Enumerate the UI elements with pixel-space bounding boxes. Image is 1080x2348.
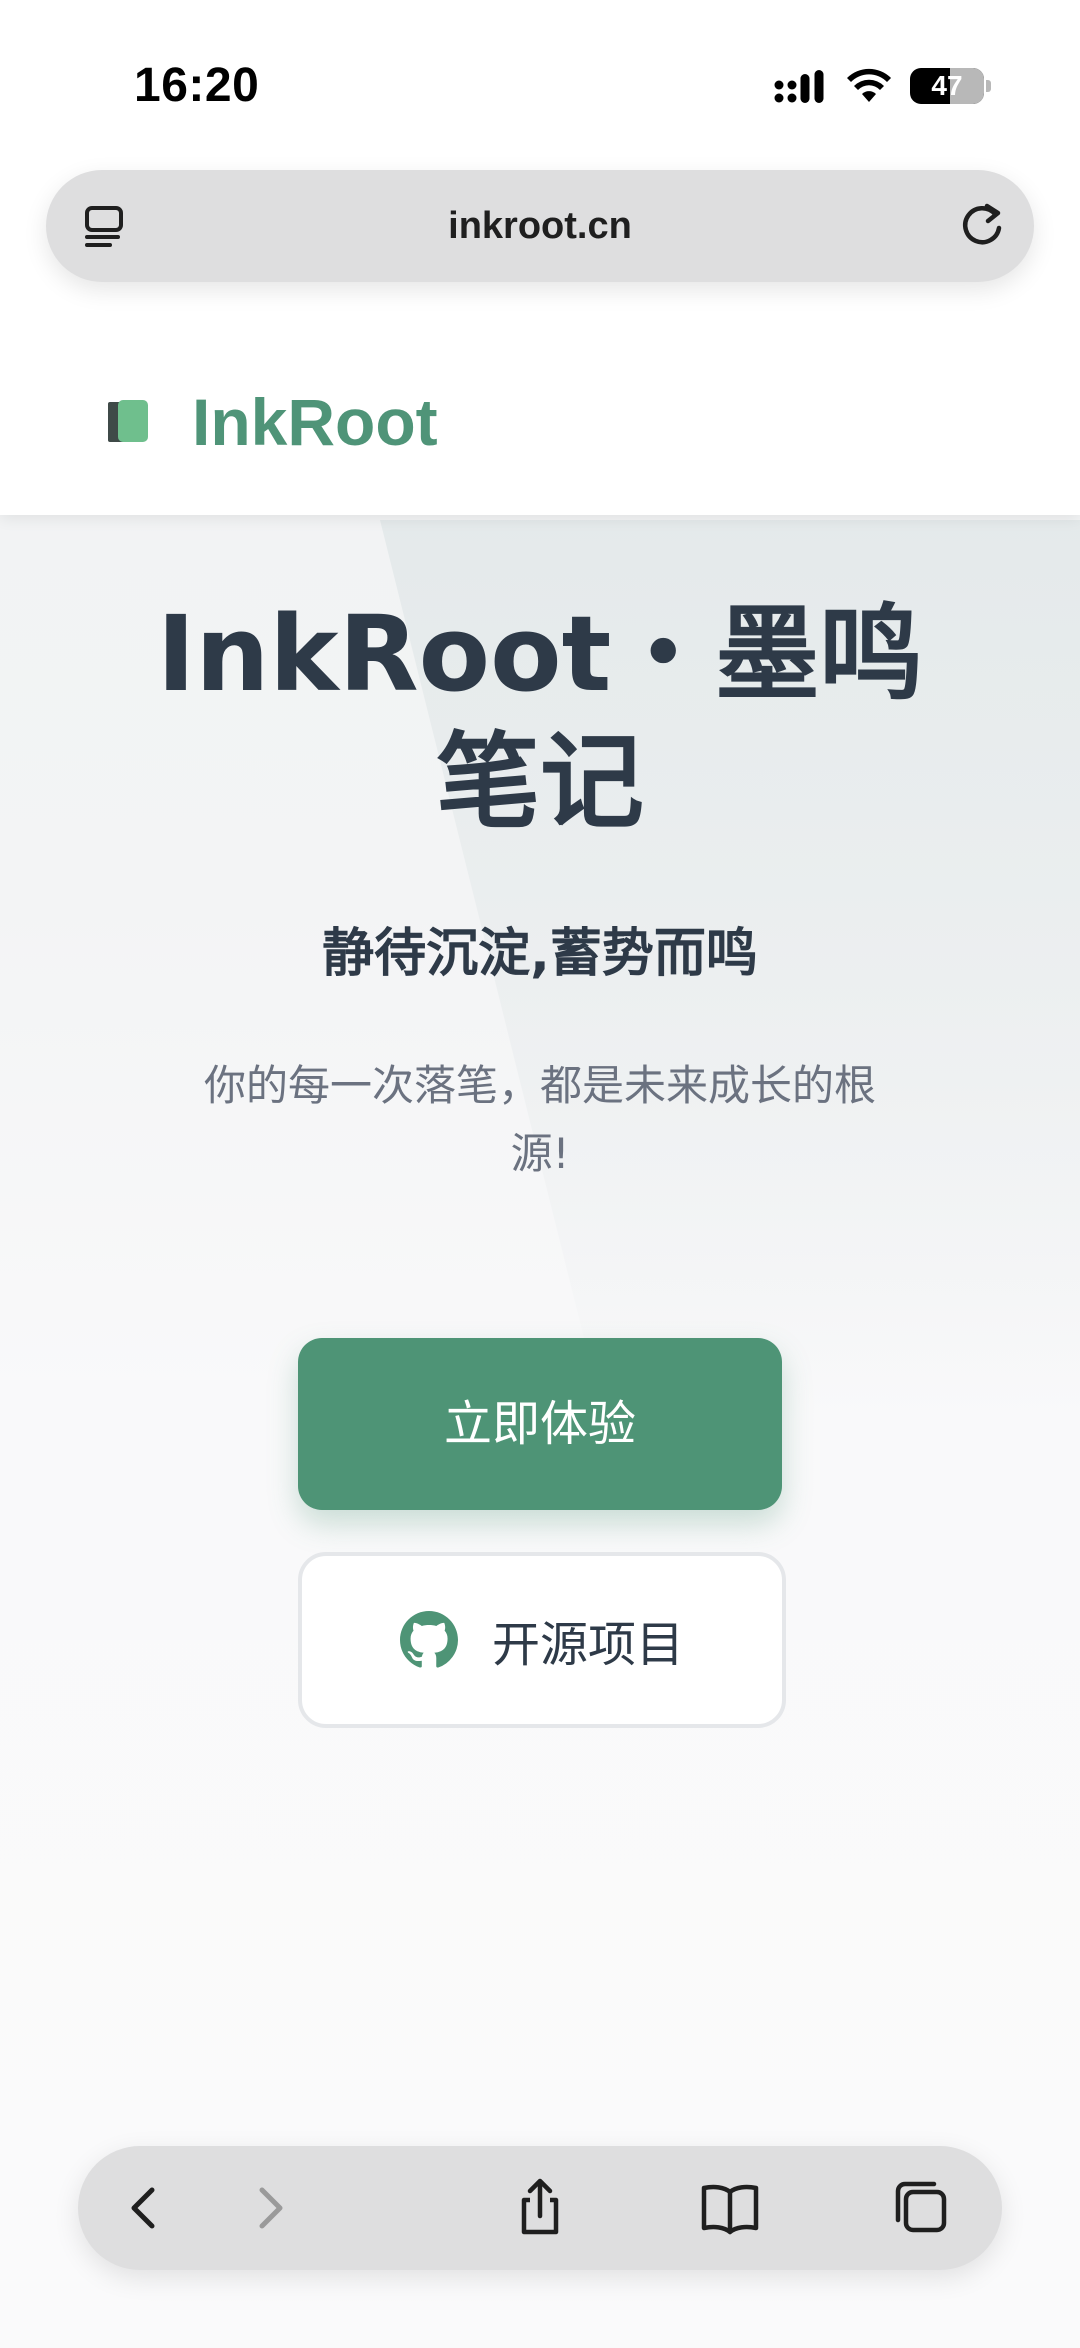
forward-icon[interactable] [238, 2176, 302, 2240]
hero-title: InkRoot・墨鸣笔记 [156, 593, 924, 843]
reload-icon[interactable] [954, 198, 1010, 254]
status-time: 16:20 [134, 59, 260, 112]
share-icon[interactable] [508, 2176, 572, 2240]
hero-description: 你的每一次落笔，都是未来成长的根源! [203, 1061, 876, 1178]
inkroot-logo-icon[interactable] [106, 398, 150, 446]
github-icon [399, 1611, 458, 1668]
battery-level: 47 [931, 70, 963, 101]
battery-icon: 47 [910, 68, 984, 104]
hero-subtitle: 静待沉淀,蓄势而鸣 [322, 924, 758, 984]
url-text[interactable]: inkroot.cn [46, 170, 1034, 282]
try-now-button[interactable]: 立即体验 [298, 1338, 782, 1510]
battery-cap [986, 80, 991, 92]
tabs-icon[interactable] [888, 2176, 952, 2240]
back-icon[interactable] [112, 2176, 176, 2240]
site-name[interactable]: InkRoot [192, 380, 438, 464]
open-source-button[interactable]: 开源项目 [298, 1552, 786, 1728]
bookmarks-icon[interactable] [698, 2176, 762, 2240]
address-bar[interactable]: inkroot.cn [46, 170, 1034, 282]
open-source-button-label: 开源项目 [491, 1617, 684, 1673]
wifi-icon [847, 68, 891, 102]
top-bar: 16:20 47 inkroot.cn InkRoot [0, 0, 1080, 515]
cellular-signal-icon [774, 70, 824, 103]
browser-toolbar [78, 2146, 1002, 2270]
